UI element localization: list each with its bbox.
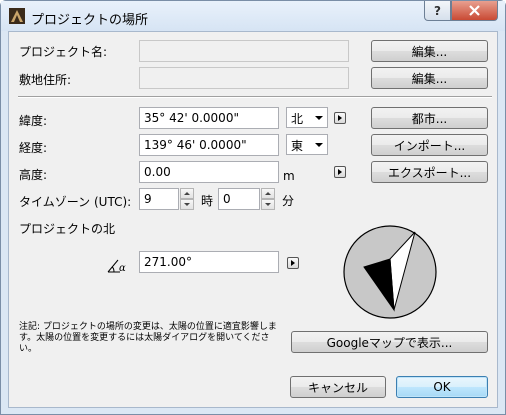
note-line-2: す。太陽の位置を変更するには太陽ダイアログを開いてくださ [19,333,270,343]
note-text: 注記: プロジェクトの場所の変更は、太陽の位置に適宜影響しま す。太陽の位置を変… [19,322,291,355]
dialog-window: プロジェクトの場所 ? プロジェクト名: 編集... 敷地住所: 編集... 緯… [0,0,506,415]
stepper-up-icon[interactable] [261,188,275,199]
latitude-label: 緯度: [19,114,48,128]
import-button[interactable]: インポート... [371,134,488,156]
longitude-direction-value: 東 [291,139,304,153]
ok-button[interactable]: OK [396,376,488,398]
separator [18,96,492,98]
hours-unit: 時 [201,194,214,208]
stepper-down-icon[interactable] [261,199,275,210]
minutes-unit: 分 [282,194,295,208]
help-button[interactable]: ? [424,1,451,21]
north-arrow-compass[interactable] [342,224,438,320]
latitude-input[interactable]: 35° 42' 0.0000" [139,107,279,129]
project-north-angle-input[interactable]: 271.00° [139,251,279,273]
timezone-hours-input[interactable]: 9 [139,188,179,210]
project-name-label: プロジェクト名: [19,45,108,59]
altitude-menu-arrow-icon[interactable] [334,166,346,178]
window-title: プロジェクトの場所 [31,13,149,28]
timezone-minutes-input[interactable]: 0 [218,188,260,210]
dialog-content: プロジェクト名: 編集... 敷地住所: 編集... 緯度: 35° 42' 0… [8,31,498,408]
close-icon [469,5,480,16]
archicad-icon [9,8,25,24]
site-address-label: 敷地住所: [19,73,72,87]
export-button[interactable]: エクスポート... [371,161,488,183]
altitude-unit: m [283,169,295,183]
latitude-direction-select[interactable]: 北 [286,107,328,128]
longitude-label: 経度: [19,141,48,155]
note-line-3: い。 [19,344,38,354]
altitude-input[interactable]: 0.00 [139,161,279,183]
chevron-down-icon [315,143,323,147]
cancel-button[interactable]: キャンセル [290,376,386,398]
longitude-input[interactable]: 139° 46' 0.0000" [139,134,279,156]
altitude-label: 高度: [19,168,48,182]
timezone-hours-stepper[interactable] [180,188,194,210]
svg-text:α: α [119,263,126,274]
angle-icon: α [106,258,132,274]
timezone-minutes-stepper[interactable] [261,188,275,210]
edit-site-address-button[interactable]: 編集... [371,67,488,89]
stepper-up-icon[interactable] [180,188,194,199]
close-button[interactable] [451,1,498,21]
google-maps-button[interactable]: Googleマップで表示... [291,331,488,353]
north-angle-menu-arrow-icon[interactable] [287,257,299,269]
note-line-1: 注記: プロジェクトの場所の変更は、太陽の位置に適宜影響しま [19,322,277,332]
timezone-label: タイムゾーン (UTC): [19,195,132,209]
site-address-field [139,67,349,89]
latitude-menu-arrow-icon[interactable] [334,112,346,124]
latitude-direction-value: 北 [291,112,304,126]
city-button[interactable]: 都市... [371,107,488,129]
chevron-down-icon [315,116,323,120]
stepper-down-icon[interactable] [180,199,194,210]
edit-project-name-button[interactable]: 編集... [371,40,488,62]
longitude-direction-select[interactable]: 東 [286,134,328,155]
project-north-label: プロジェクトの北 [19,222,116,236]
title-bar[interactable]: プロジェクトの場所 ? [1,1,505,31]
project-name-field [139,40,349,62]
